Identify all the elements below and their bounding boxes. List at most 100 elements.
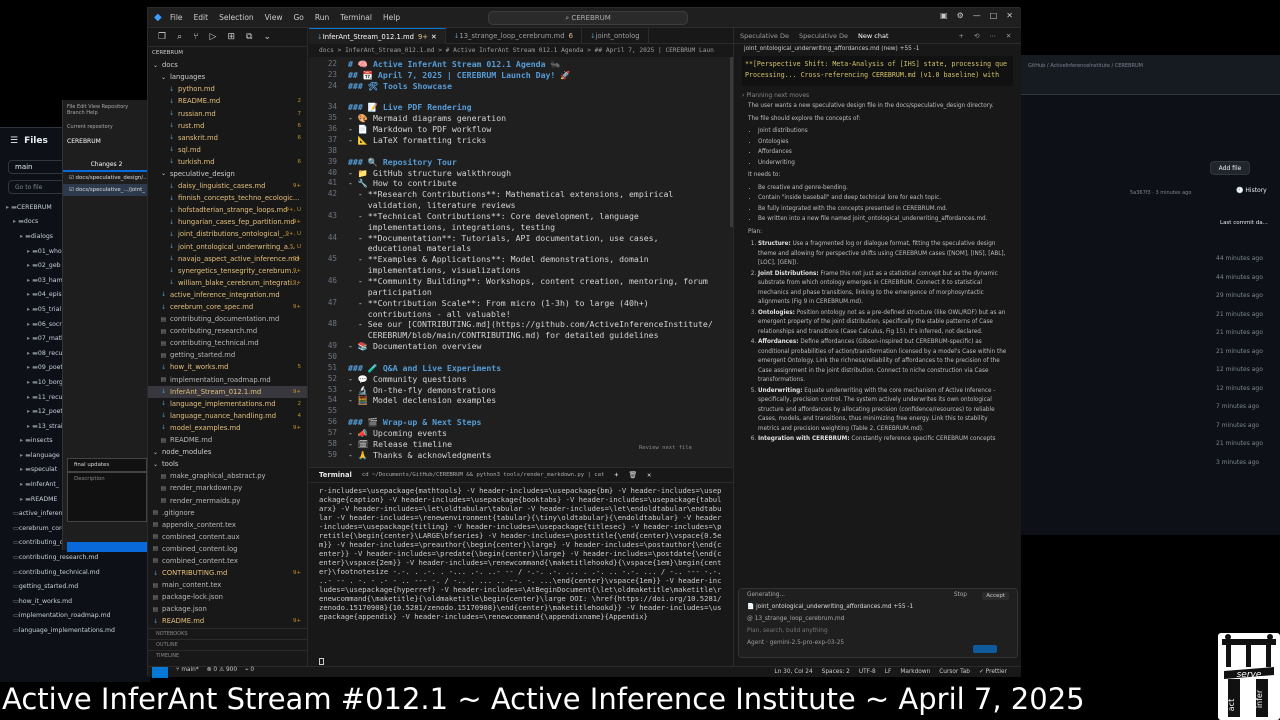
explorer-row[interactable]: ↓ hungarian_cases_fep_partition.md 9+ [148, 216, 307, 228]
menu-file[interactable]: File [170, 13, 183, 22]
send-button[interactable] [973, 645, 997, 653]
explorer-row[interactable]: ↓ russian.md 7 [148, 107, 307, 119]
explorer-row[interactable]: ⌄ docs [148, 59, 307, 71]
explorer-row[interactable]: ▤ contributing_technical.md [148, 337, 307, 349]
github-breadcrumb[interactable]: GitHub / ActiveInferenceInstitute / CERE… [1028, 63, 1143, 69]
review-next-file-tip[interactable]: Review next file [639, 445, 692, 451]
chevron-down-icon[interactable]: ⌄ [263, 32, 271, 42]
extensions-icon[interactable]: ⊞ [227, 32, 235, 42]
ghd-commit-button[interactable] [67, 542, 147, 552]
explorer-section-outline[interactable]: OUTLINE [148, 639, 308, 650]
accept-button[interactable]: Accept [982, 592, 1009, 600]
explorer-row[interactable]: ▤ implementation_roadmap.md [148, 374, 307, 386]
file-tree-row[interactable]: ▭ implementation_roadmap.md [0, 609, 150, 624]
encoding[interactable]: UTF-8 [859, 669, 876, 675]
ghd-summary-input[interactable]: final updates [67, 458, 147, 472]
explorer-row[interactable]: ↓ finnish_concepts_techno_ecologic... [148, 192, 307, 204]
explorer-row[interactable]: ▤ contributing_documentation.md [148, 313, 307, 325]
maximize-icon[interactable]: □ [990, 11, 998, 20]
explorer-row[interactable]: ▤ contributing_research.md [148, 325, 307, 337]
explorer-row[interactable]: ▤ package.json [148, 603, 307, 615]
agent-mode-selector[interactable]: Agent [747, 640, 764, 646]
model-selector[interactable]: gemini-2.5-pro-exp-03-25 [770, 640, 844, 646]
history-button[interactable]: 🕘 History [1236, 187, 1267, 194]
editor-tab[interactable]: ↓ joint_ontolog [582, 28, 649, 44]
explorer-row[interactable]: ▤ combined_content.log [148, 543, 307, 555]
file-tree-row[interactable]: ▭ contributing_research.md [0, 550, 150, 565]
explorer-row[interactable]: ▤ combined_content.tex [148, 555, 307, 567]
explorer-section-timeline[interactable]: TIMELINE [148, 650, 308, 661]
run-debug-icon[interactable]: ▷ [210, 32, 217, 42]
explorer-row[interactable]: ↓ joint_distributions_ontological_... 9+, … [148, 228, 307, 240]
chat-input[interactable]: Plan, search, build anything [739, 625, 1017, 637]
ghd-changes-tab[interactable]: Changes 2 [63, 159, 150, 172]
explorer-row[interactable]: ⌄ languages [148, 71, 307, 83]
file-tree-row[interactable]: ▭ language_implementations.md [0, 623, 150, 638]
language-mode[interactable]: Markdown [900, 669, 930, 675]
breadcrumb[interactable]: docs > InferAnt_Stream_012.1.md > # Acti… [309, 44, 733, 57]
menu-go[interactable]: Go [293, 13, 303, 22]
explorer-row[interactable]: ↓ turkish.md 6 [148, 156, 307, 168]
generating-file[interactable]: 📄 joint_ontological_underwriting_afforda… [739, 601, 1017, 613]
explorer-row[interactable]: ↓ sql.md [148, 144, 307, 156]
code-editor[interactable]: Review next file 22 # 🧠 Active InferAnt S… [309, 57, 733, 467]
explorer-row[interactable]: ↓ rust.md 6 [148, 120, 307, 132]
file-tree-row[interactable]: ▭ contributing_technical.md [0, 565, 150, 580]
add-terminal-icon[interactable]: + [614, 471, 618, 479]
explorer-row[interactable]: ⌄ tools [148, 458, 307, 470]
menu-terminal[interactable]: Terminal [340, 13, 372, 22]
latest-commit[interactable]: 5a367f3 · 3 minutes ago [1130, 190, 1191, 196]
indentation[interactable]: Spaces: 2 [822, 669, 850, 675]
history-icon[interactable]: ⟲ [974, 32, 979, 40]
more-icon[interactable]: ⋯ [989, 32, 996, 40]
cursor-tab-status[interactable]: Cursor Tab [939, 669, 970, 675]
context-file-chip[interactable]: @ 13_strange_loop_cerebrum.md [739, 613, 1017, 625]
explorer-row[interactable]: ↓ active_inference_integration.md [148, 289, 307, 301]
chat-tab[interactable]: New chat [858, 32, 888, 40]
menu-run[interactable]: Run [315, 13, 329, 22]
chat-tab[interactable]: Speculative De [799, 32, 848, 40]
explorer-row[interactable]: ▤ package-lock.json [148, 591, 307, 603]
explorer-row[interactable]: ↓ joint_ontological_underwriting_a... 5, U [148, 241, 307, 253]
explorer-row[interactable]: ▤ .gitignore [148, 507, 307, 519]
explorer-row[interactable]: ⌄ speculative_design [148, 168, 307, 180]
explorer-row[interactable]: ↓ how_it_works.md 5 [148, 361, 307, 373]
editor-tab[interactable]: ↓ InferAnt_Stream_012.1.md 9+ ✕ [309, 28, 446, 44]
explorer-row[interactable]: ↓ CONTRIBUTING.md 9+ [148, 567, 307, 579]
ghd-change-item[interactable]: ☑ docs/speculative_.../joint_ [63, 184, 150, 196]
prettier-status[interactable]: ✓ Prettier [979, 669, 1007, 675]
source-control-icon[interactable]: ⑂ [193, 32, 198, 42]
close-icon[interactable]: ✕ [1006, 32, 1011, 40]
explorer-row[interactable]: ↓ hofstadterian_strange_loops.md 9+, U [148, 204, 307, 216]
command-center-search[interactable]: ⌕ CEREBRUM [488, 11, 688, 25]
terminal-output[interactable]: r-includes=\usepackage{mathtools} -V hea… [309, 483, 733, 624]
line-endings[interactable]: LF [885, 669, 892, 675]
ghd-current-repo[interactable]: CEREBRUM [63, 134, 150, 149]
close-icon[interactable]: ✕ [1006, 11, 1013, 20]
explorer-row[interactable]: ↓ README.md 9+ [148, 615, 307, 627]
menu-selection[interactable]: Selection [219, 13, 254, 22]
explorer-row[interactable]: ▤ getting_started.md [148, 349, 307, 361]
explorer-row[interactable]: ▤ render_mermaids.py [148, 494, 307, 506]
terminal-tab[interactable]: Terminal [319, 471, 352, 479]
ports-indicator[interactable]: ⌁ 0 [245, 667, 254, 678]
file-tree-row[interactable]: ▭ getting_started.md [0, 579, 150, 594]
explorer-row[interactable]: ↓ README.md 2 [148, 95, 307, 107]
menu-edit[interactable]: Edit [194, 13, 209, 22]
cursor-position[interactable]: Ln 30, Col 24 [774, 669, 812, 675]
explorer-row[interactable]: ▤ appendix_content.tex [148, 519, 307, 531]
explorer-row[interactable]: ↓ synergetics_tensegrity_cerebrum... 9+ [148, 265, 307, 277]
explorer-section-notebooks[interactable]: NOTEBOOKS [148, 628, 308, 639]
chat-edited-file[interactable]: joint_ontological_underwriting_affordanc… [734, 44, 1021, 54]
explorer-row[interactable]: ↓ language_implementations.md 2 [148, 398, 307, 410]
explorer-row[interactable]: ↓ model_examples.md 9+ [148, 422, 307, 434]
menu-help[interactable]: Help [383, 13, 400, 22]
explorer-row[interactable]: ▤ render_markdown.py [148, 482, 307, 494]
files-icon[interactable]: ❐ [158, 32, 166, 42]
trash-icon[interactable]: 🗑 [628, 471, 637, 479]
menu-view[interactable]: View [265, 13, 283, 22]
explorer-row[interactable]: ▤ README.md [148, 434, 307, 446]
menu-icon[interactable]: ☰ [10, 136, 18, 146]
chat-tab[interactable]: Speculative De [740, 32, 789, 40]
stop-button[interactable]: Stop [954, 592, 967, 598]
